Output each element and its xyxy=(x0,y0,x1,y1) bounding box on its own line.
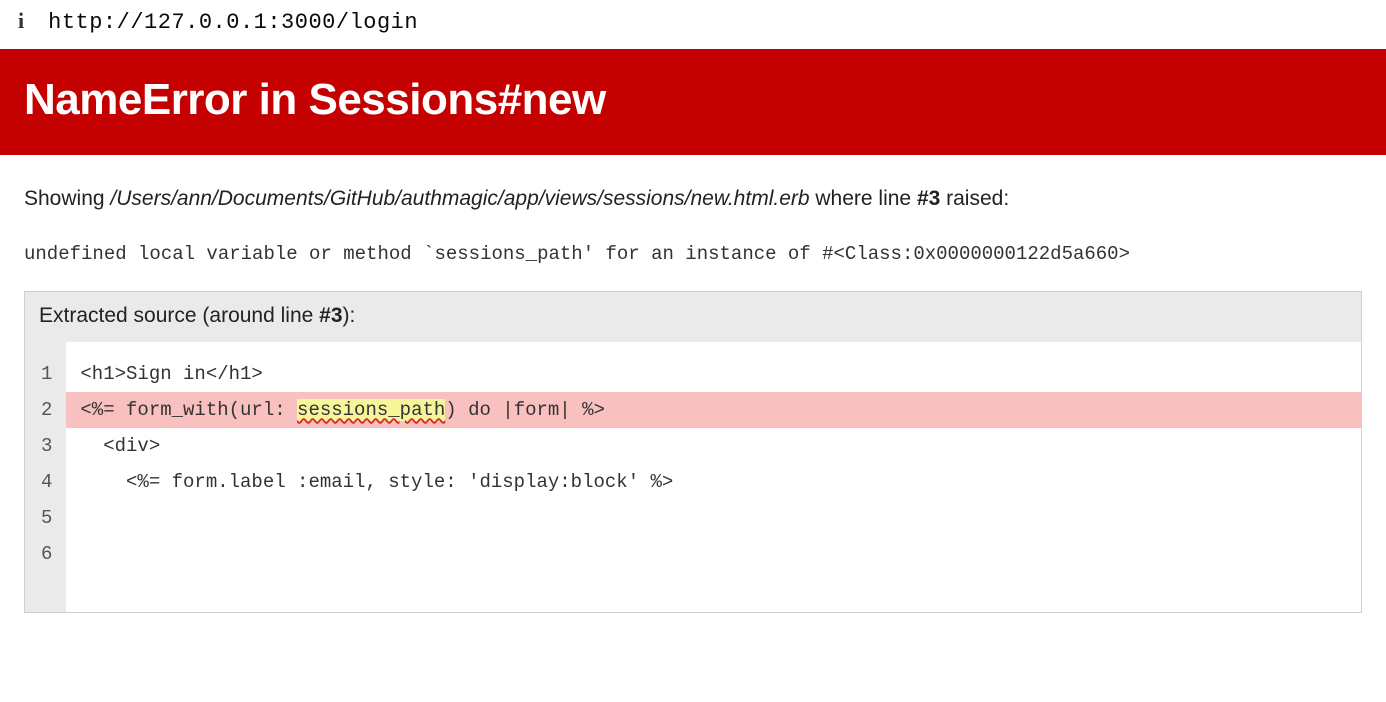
line-number-bold: #3 xyxy=(917,187,940,210)
file-path: /Users/ann/Documents/GitHub/authmagic/ap… xyxy=(110,187,809,210)
content-area: Showing /Users/ann/Documents/GitHub/auth… xyxy=(0,155,1386,613)
line-number: 1 xyxy=(37,356,56,392)
code-line: <h1>Sign in</h1> xyxy=(66,356,1361,392)
source-header-line: #3 xyxy=(319,304,342,327)
line-number: 4 xyxy=(37,464,56,500)
address-bar: i http://127.0.0.1:3000/login xyxy=(0,0,1386,49)
code-post: ) do |form| %> xyxy=(445,399,605,421)
showing-mid: where line xyxy=(810,187,917,210)
code-line: <div> xyxy=(66,428,1361,464)
source-header: Extracted source (around line #3): xyxy=(25,292,1361,342)
showing-suffix: raised: xyxy=(940,187,1009,210)
error-header: NameError in Sessions#new xyxy=(0,49,1386,155)
source-panel: Extracted source (around line #3): 1 2 3… xyxy=(24,291,1362,614)
error-message: undefined local variable or method `sess… xyxy=(24,243,1362,265)
code-line: <%= form.label :email, style: 'display:b… xyxy=(66,464,1361,500)
error-token: sessions_path xyxy=(297,399,445,421)
info-icon[interactable]: i xyxy=(18,10,24,32)
error-title: NameError in Sessions#new xyxy=(24,75,1362,125)
source-header-prefix: Extracted source (around line xyxy=(39,304,319,327)
source-header-suffix: ): xyxy=(343,304,356,327)
showing-prefix: Showing xyxy=(24,187,110,210)
line-gutter: 1 2 3 4 5 6 xyxy=(25,342,66,613)
code-line-error: <%= form_with(url: sessions_path) do |fo… xyxy=(66,392,1361,428)
line-number: 3 xyxy=(37,428,56,464)
line-number: 2 xyxy=(37,392,56,428)
url-display[interactable]: http://127.0.0.1:3000/login xyxy=(48,10,418,35)
showing-line: Showing /Users/ann/Documents/GitHub/auth… xyxy=(24,183,1362,215)
code-block: 1 2 3 4 5 6 <h1>Sign in</h1> <%= form_wi… xyxy=(25,342,1361,613)
code-lines: <h1>Sign in</h1> <%= form_with(url: sess… xyxy=(66,342,1361,613)
line-number: 6 xyxy=(37,536,56,572)
code-pre: <%= form_with(url: xyxy=(80,399,297,421)
line-number: 5 xyxy=(37,500,56,536)
